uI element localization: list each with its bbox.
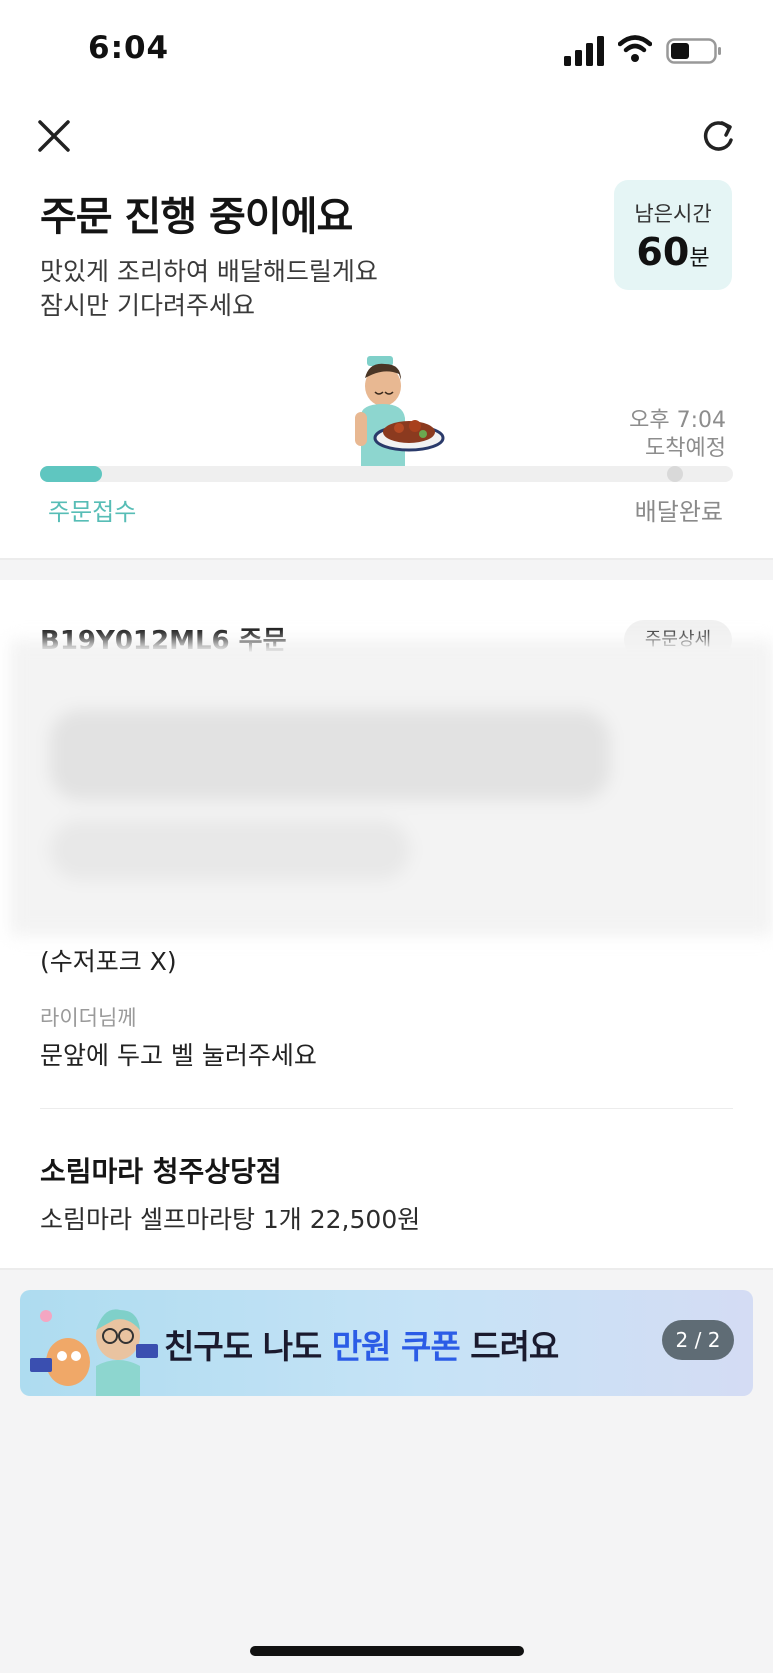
promo-banner-text: 친구도 나도 만원 쿠폰 드려요 — [164, 1327, 559, 1366]
redacted-block — [50, 820, 410, 880]
chef-illustration — [355, 356, 445, 468]
page-title: 주문 진행 중이에요 — [40, 194, 353, 240]
progress-end-dot — [667, 466, 683, 482]
store-name: 소림마라 청주상당점 — [40, 1155, 282, 1188]
remaining-time-value: 60분 — [636, 230, 710, 274]
promo-banner[interactable]: 친구도 나도 만원 쿠폰 드려요 2 / 2 — [20, 1290, 753, 1396]
remaining-time-box: 남은시간 60분 — [614, 180, 732, 290]
promo-characters-illustration — [30, 1309, 158, 1396]
close-icon[interactable] — [36, 118, 72, 154]
progress-fill — [40, 466, 103, 482]
progress-start-label: 주문접수 — [48, 498, 137, 526]
progress-end-label: 배달완료 — [634, 498, 723, 526]
subtitle-line-1: 맛있게 조리하여 배달해드릴게요 — [40, 257, 378, 286]
rider-message: 문앞에 두고 벨 눌러주세요 — [40, 1041, 317, 1070]
rider-label: 라이더님께 — [40, 1006, 137, 1030]
progress-track — [40, 466, 733, 482]
cutlery-note: (수저포크 X) — [40, 947, 177, 976]
wifi-icon — [618, 35, 652, 62]
eta-label: 도착예정 — [645, 436, 726, 461]
subtitle-line-2: 잠시만 기다려주세요 — [40, 291, 255, 320]
redacted-block — [50, 710, 610, 800]
signal-icon — [564, 36, 604, 66]
order-item-line: 소림마라 셀프마라탕 1개 22,500원 — [40, 1205, 421, 1234]
banner-pager: 2 / 2 — [662, 1320, 734, 1360]
redacted-area — [10, 640, 773, 936]
home-indicator[interactable] — [250, 1646, 524, 1656]
battery-icon — [666, 38, 721, 64]
status-time: 6:04 — [88, 30, 170, 66]
remaining-time-label: 남은시간 — [634, 202, 712, 226]
divider — [40, 1108, 733, 1109]
refresh-icon[interactable] — [700, 118, 738, 156]
order-status-panel: 6:04 주문 진행 중이에요 맛있게 조리하여 배달해드릴게요 잠시만 기다려… — [0, 0, 773, 560]
status-bar: 6:04 — [0, 0, 773, 100]
